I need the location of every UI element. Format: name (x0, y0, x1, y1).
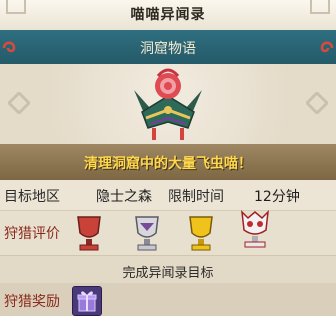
page-title: 喵喵异闻录 (130, 7, 206, 23)
quest-name-bar: 洞窟物语 (0, 30, 336, 64)
trophy-silver-icon (135, 216, 159, 251)
trophy-gold-icon (189, 216, 213, 251)
completion-label: 完成异闻录目标 (122, 266, 214, 281)
quest-objective: 清理洞窟中的大量飞虫喵！ (84, 156, 252, 172)
quest-name: 洞窟物语 (140, 41, 196, 57)
objective-banner: 清理洞窟中的大量飞虫喵！ (0, 144, 336, 180)
reward-row: 狩猎奖励 (0, 283, 336, 316)
reward-label: 狩猎奖励 (4, 294, 60, 310)
info-row: 目标地区 隐士之森 限制时间 12分钟 (0, 180, 336, 211)
completion-row: 完成异闻录目标 (0, 255, 336, 284)
gift-box-icon[interactable] (72, 286, 102, 316)
rating-row: 狩猎评价 (0, 211, 336, 255)
time-value: 12分钟 (254, 189, 300, 205)
prev-arrow-icon[interactable] (8, 92, 30, 114)
time-label: 限制时间 (168, 189, 224, 205)
area-label: 目标地区 (4, 189, 60, 205)
next-arrow-icon[interactable] (306, 92, 328, 114)
top-header: 喵喵异闻录 (0, 0, 336, 31)
trophy-red-icon (77, 216, 101, 251)
emblem-icon (134, 68, 202, 140)
rating-label: 狩猎评价 (4, 226, 60, 242)
trophy-platinum-icon (241, 210, 269, 248)
area-value: 隐士之森 (96, 189, 152, 205)
corner-ornament-icon (310, 0, 330, 14)
swirl-ornament-icon (320, 41, 334, 53)
